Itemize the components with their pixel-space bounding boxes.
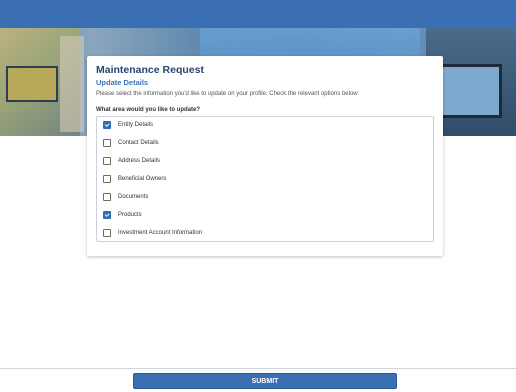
top-header-bar — [0, 0, 516, 28]
option-address-details[interactable]: Address Details — [103, 155, 160, 167]
option-label: Beneficial Owners — [118, 176, 167, 182]
card-subtitle: Update Details — [96, 78, 149, 87]
option-entity-details[interactable]: Entity Details — [103, 119, 153, 131]
checkbox[interactable] — [103, 175, 111, 183]
options-list: Entity Details Contact Details Address D… — [96, 116, 434, 242]
checkbox[interactable] — [103, 139, 111, 147]
maintenance-request-card: Maintenance Request Update Details Pleas… — [87, 56, 443, 256]
card-title: Maintenance Request — [96, 64, 204, 76]
checkbox[interactable] — [103, 193, 111, 201]
option-beneficial-owners[interactable]: Beneficial Owners — [103, 173, 166, 185]
card-description: Please select the information you'd like… — [96, 91, 360, 97]
footer-divider — [0, 368, 516, 369]
checkbox[interactable] — [103, 157, 111, 165]
update-question-label: What area would you like to update? — [96, 107, 201, 113]
option-products[interactable]: Products — [103, 209, 142, 221]
checkbox[interactable] — [103, 229, 111, 237]
option-investment-account-information[interactable]: Investment Account Information — [103, 227, 202, 239]
option-label: Products — [118, 212, 142, 218]
option-label: Investment Account Information — [118, 230, 203, 236]
option-label: Address Details — [118, 158, 161, 164]
checkbox[interactable] — [103, 121, 111, 129]
checkbox[interactable] — [103, 211, 111, 219]
option-documents[interactable]: Documents — [103, 191, 148, 203]
option-label: Documents — [118, 194, 149, 200]
submit-button[interactable]: SUBMIT — [133, 373, 397, 389]
option-label: Entity Details — [118, 122, 154, 128]
option-label: Contact Details — [118, 140, 159, 146]
option-contact-details[interactable]: Contact Details — [103, 137, 159, 149]
